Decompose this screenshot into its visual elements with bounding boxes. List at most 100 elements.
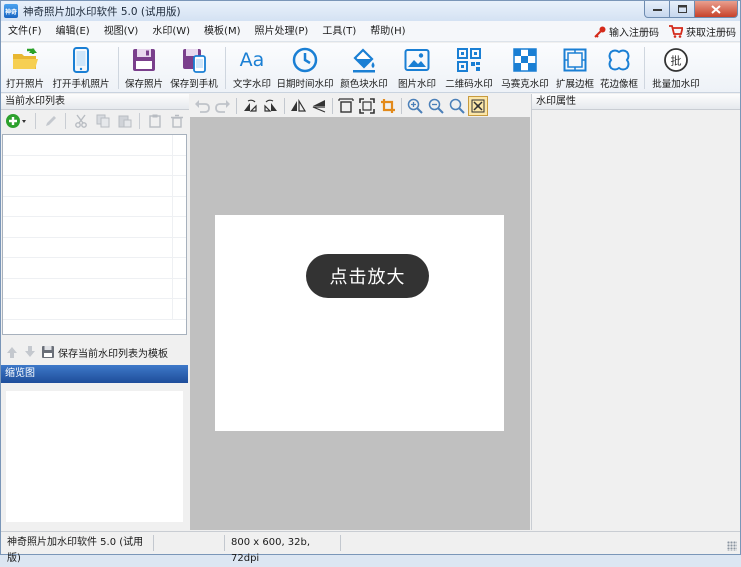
toolbar-separator xyxy=(332,97,333,114)
thumbnail-header: 缩览图 xyxy=(1,365,188,383)
status-bar: 神奇照片加水印软件 5.0 (试用版) 800 x 600, 32b, 72dp… xyxy=(1,531,740,564)
watermark-properties-panel: 水印属性 xyxy=(531,94,740,530)
undo-button[interactable] xyxy=(192,96,212,116)
zoom-hint-button[interactable]: 点击放大 xyxy=(306,254,429,298)
list-item[interactable] xyxy=(3,196,186,217)
color-block-watermark-button[interactable]: 颜色块水印 xyxy=(335,43,393,91)
clear-button[interactable] xyxy=(145,112,164,131)
menu-watermark[interactable]: 水印(W) xyxy=(145,21,197,42)
menu-tools[interactable]: 工具(T) xyxy=(315,21,363,42)
batch-watermark-button[interactable]: 批 批量加水印 xyxy=(648,43,704,91)
batch-icon: 批 xyxy=(664,48,688,72)
flip-horizontal-button[interactable] xyxy=(288,96,308,116)
menu-template[interactable]: 模板(M) xyxy=(197,21,247,42)
image-canvas[interactable]: 点击放大 xyxy=(190,117,530,530)
extend-border-button[interactable]: 扩展边框 xyxy=(553,43,597,91)
open-folder-icon xyxy=(13,48,38,69)
save-photo-button[interactable]: 保存照片 xyxy=(122,43,166,91)
fit-screen-icon xyxy=(359,97,375,114)
watermark-list-header: 当前水印列表 xyxy=(1,94,189,110)
zoom-in-button[interactable] xyxy=(405,96,425,116)
menu-edit[interactable]: 编辑(E) xyxy=(49,21,97,42)
cut-button[interactable] xyxy=(71,112,90,131)
watermark-list[interactable] xyxy=(2,134,187,335)
move-up-icon[interactable] xyxy=(5,345,19,359)
edit-watermark-button[interactable] xyxy=(41,112,60,131)
image-watermark-button[interactable]: 图片水印 xyxy=(393,43,441,91)
enter-code-link[interactable]: 输入注册码 xyxy=(594,24,659,39)
qrcode-watermark-label: 二维码水印 xyxy=(445,79,493,90)
color-block-watermark-label: 颜色块水印 xyxy=(340,79,388,90)
open-phone-photo-button[interactable]: 打开手机照片 xyxy=(47,43,115,91)
minimize-button[interactable] xyxy=(644,1,670,18)
key-icon xyxy=(594,26,606,38)
qrcode-watermark-button[interactable]: 二维码水印 xyxy=(441,43,497,91)
list-item[interactable] xyxy=(3,237,186,258)
close-button[interactable] xyxy=(695,1,738,18)
rotate-left-button[interactable] xyxy=(240,96,260,116)
resize-grip[interactable] xyxy=(727,541,737,551)
zoom-out-button[interactable] xyxy=(426,96,446,116)
list-item[interactable] xyxy=(3,299,186,320)
list-item[interactable] xyxy=(3,217,186,238)
mosaic-watermark-button[interactable]: 马赛克水印 xyxy=(497,43,553,91)
list-item[interactable] xyxy=(3,155,186,176)
rotate-right-button[interactable] xyxy=(261,96,281,116)
menu-help[interactable]: 帮助(H) xyxy=(363,21,412,42)
delete-button[interactable] xyxy=(167,112,186,131)
watermark-list-toolbar xyxy=(1,110,189,132)
open-photo-button[interactable]: 打开照片 xyxy=(3,43,47,91)
copy-button[interactable] xyxy=(93,112,112,131)
save-template-button[interactable]: 保存当前水印列表为模板 xyxy=(41,345,168,360)
redo-button[interactable] xyxy=(213,96,233,116)
list-item[interactable] xyxy=(3,258,186,279)
paste-button[interactable] xyxy=(115,112,134,131)
app-logo-icon: 神奇 xyxy=(4,4,18,18)
save-to-phone-button[interactable]: 保存到手机 xyxy=(166,43,222,91)
datetime-watermark-button[interactable]: 日期时间水印 xyxy=(275,43,335,91)
add-watermark-button[interactable] xyxy=(4,112,30,131)
app-window: 神奇 神奇照片加水印软件 5.0 (试用版) 文件(F) 编辑(E) 视图(V)… xyxy=(0,0,741,564)
flip-vertical-icon xyxy=(312,99,326,113)
status-empty xyxy=(154,535,225,551)
list-item[interactable] xyxy=(3,176,186,197)
fit-window-button[interactable] xyxy=(468,95,488,116)
thumbnail-area[interactable] xyxy=(6,391,183,522)
flip-horizontal-icon xyxy=(291,98,306,112)
resize-button[interactable] xyxy=(336,96,356,116)
image-watermark-label: 图片水印 xyxy=(397,79,436,90)
list-item[interactable] xyxy=(3,278,186,299)
window-controls xyxy=(644,1,738,18)
open-photo-label: 打开照片 xyxy=(5,79,44,90)
get-code-link[interactable]: 获取注册码 xyxy=(669,24,736,39)
crop-button[interactable] xyxy=(378,96,398,116)
fit-window-icon xyxy=(471,99,485,112)
close-icon xyxy=(711,4,721,14)
text-watermark-button[interactable]: Aa 文字水印 xyxy=(229,43,275,91)
fit-button[interactable] xyxy=(357,96,377,116)
minimize-icon xyxy=(652,8,662,11)
watermark-properties-header: 水印属性 xyxy=(532,94,740,110)
menu-file[interactable]: 文件(F) xyxy=(1,21,49,42)
menu-view[interactable]: 视图(V) xyxy=(97,21,146,42)
mini-separator xyxy=(139,113,140,129)
zoom-in-icon xyxy=(407,98,423,114)
batch-watermark-label: 批量加水印 xyxy=(652,79,700,90)
zoom-out-icon xyxy=(428,98,444,114)
paint-bucket-icon xyxy=(353,48,375,73)
save-disk-icon xyxy=(42,346,54,358)
zoom-actual-button[interactable] xyxy=(447,96,467,116)
flip-vertical-button[interactable] xyxy=(309,96,329,116)
clock-icon xyxy=(292,47,318,73)
list-item[interactable] xyxy=(3,135,186,156)
lace-frame-icon xyxy=(608,49,630,71)
menu-photo-process[interactable]: 照片处理(P) xyxy=(247,21,315,42)
photo-preview[interactable]: 点击放大 xyxy=(215,215,504,431)
rotate-right-icon xyxy=(264,99,277,112)
move-down-icon[interactable] xyxy=(23,345,37,359)
maximize-button[interactable] xyxy=(670,1,695,18)
lace-border-button[interactable]: 花边像框 xyxy=(597,43,641,91)
toolbar-separator xyxy=(401,97,402,114)
paste-icon xyxy=(118,115,131,128)
text-watermark-label: 文字水印 xyxy=(232,79,271,90)
